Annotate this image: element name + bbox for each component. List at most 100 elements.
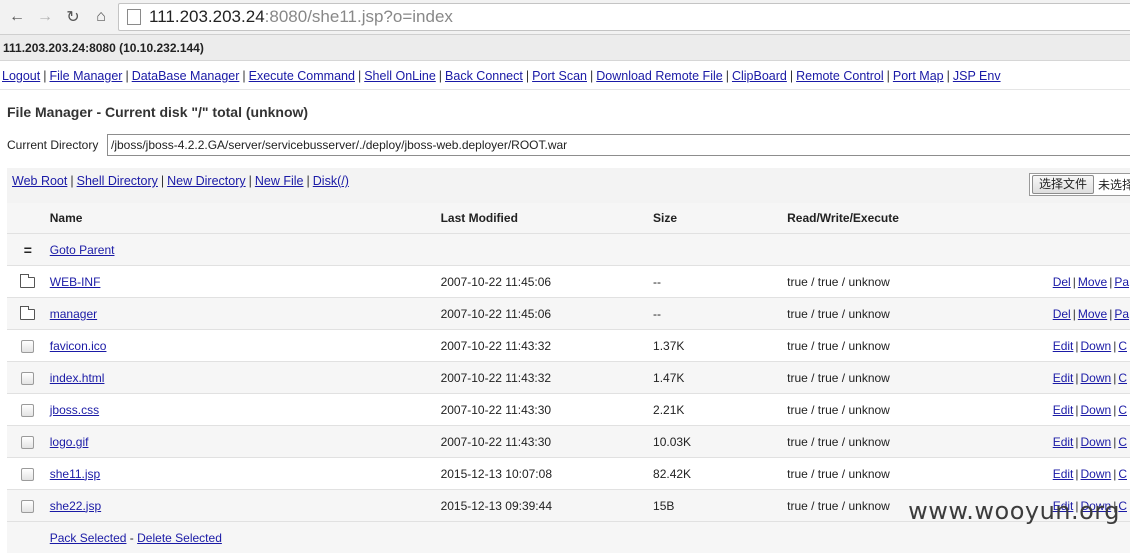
action-c[interactable]: C — [1118, 339, 1127, 353]
table-row: WEB-INF2007-10-22 11:45:06--true / true … — [7, 266, 1130, 298]
folder-icon — [20, 309, 35, 320]
table-row: index.html2007-10-22 11:43:321.47Ktrue /… — [7, 362, 1130, 394]
action-move[interactable]: Move — [1078, 275, 1107, 289]
action-separator: | — [1073, 307, 1076, 321]
pack-selected-link[interactable]: Pack Selected — [50, 531, 127, 545]
forward-arrow-icon[interactable]: → — [34, 6, 56, 28]
quick-link-web-root[interactable]: Web Root — [12, 174, 67, 188]
table-row: logo.gif2007-10-22 11:43:3010.03Ktrue / … — [7, 426, 1130, 458]
action-del[interactable]: Del — [1053, 307, 1071, 321]
quick-link-shell-directory[interactable]: Shell Directory — [77, 174, 158, 188]
file-size: 1.37K — [652, 330, 786, 362]
file-size: 1.47K — [652, 362, 786, 394]
permissions: true / true / unknow — [786, 298, 1052, 330]
file-select-checkbox[interactable] — [21, 436, 34, 449]
file-size: -- — [652, 266, 786, 298]
file-select-checkbox[interactable] — [21, 468, 34, 481]
file-select-checkbox[interactable] — [21, 372, 34, 385]
permissions: true / true / unknow — [786, 362, 1052, 394]
action-c[interactable]: C — [1118, 403, 1127, 417]
goto-parent-link[interactable]: Goto Parent — [50, 243, 115, 257]
action-separator: | — [1113, 371, 1116, 385]
action-separator: | — [1113, 467, 1116, 481]
menu-link-port-scan[interactable]: Port Scan — [532, 69, 587, 83]
quick-link-separator: | — [307, 174, 310, 188]
host-info: 111.203.203.24:8080 (10.10.232.144) — [0, 35, 1130, 61]
file-name-link[interactable]: jboss.css — [50, 403, 99, 417]
reload-icon[interactable]: ↻ — [62, 6, 84, 28]
delete-selected-link[interactable]: Delete Selected — [137, 531, 222, 545]
action-pa[interactable]: Pa — [1114, 307, 1129, 321]
menu-link-execute-command[interactable]: Execute Command — [249, 69, 355, 83]
file-size: 15B — [652, 490, 786, 522]
quick-link-new-directory[interactable]: New Directory — [167, 174, 246, 188]
menu-link-file-manager[interactable]: File Manager — [49, 69, 122, 83]
menu-link-jsp-env[interactable]: JSP Env — [953, 69, 1001, 83]
file-name-link[interactable]: she22.jsp — [50, 499, 101, 513]
action-del[interactable]: Del — [1053, 275, 1071, 289]
action-edit[interactable]: Edit — [1053, 371, 1074, 385]
action-separator: | — [1113, 339, 1116, 353]
back-arrow-icon[interactable]: ← — [6, 6, 28, 28]
folder-icon — [20, 277, 35, 288]
menu-link-shell-online[interactable]: Shell OnLine — [364, 69, 436, 83]
menu-link-logout[interactable]: Logout — [2, 69, 40, 83]
file-name-link[interactable]: WEB-INF — [50, 275, 101, 289]
action-edit[interactable]: Edit — [1053, 467, 1074, 481]
last-modified: 2015-12-13 10:07:08 — [440, 458, 652, 490]
current-directory-input[interactable]: /jboss/jboss-4.2.2.GA/server/servicebuss… — [107, 134, 1130, 156]
menu-link-back-connect[interactable]: Back Connect — [445, 69, 523, 83]
action-edit[interactable]: Edit — [1053, 403, 1074, 417]
file-select-checkbox[interactable] — [21, 500, 34, 513]
menu-separator: | — [526, 69, 529, 83]
action-down[interactable]: Down — [1081, 339, 1112, 353]
menu-separator: | — [726, 69, 729, 83]
table-header: Name Last Modified Size Read/Write/Execu… — [7, 203, 1130, 234]
header-rwx: Read/Write/Execute — [786, 203, 1052, 234]
menu-link-database-manager[interactable]: DataBase Manager — [132, 69, 240, 83]
last-modified: 2015-12-13 09:39:44 — [440, 490, 652, 522]
home-icon[interactable]: ⌂ — [90, 6, 112, 28]
file-name-link[interactable]: favicon.ico — [50, 339, 107, 353]
menu-link-remote-control[interactable]: Remote Control — [796, 69, 884, 83]
file-name-link[interactable]: logo.gif — [50, 435, 89, 449]
menu-separator: | — [790, 69, 793, 83]
action-down[interactable]: Down — [1081, 467, 1112, 481]
file-name-link[interactable]: she11.jsp — [50, 467, 100, 481]
permissions: true / true / unknow — [786, 458, 1052, 490]
file-select-checkbox[interactable] — [21, 340, 34, 353]
file-name-link[interactable]: index.html — [50, 371, 105, 385]
file-select-checkbox[interactable] — [21, 404, 34, 417]
action-separator: | — [1075, 339, 1078, 353]
action-down[interactable]: Down — [1081, 403, 1112, 417]
menu-link-port-map[interactable]: Port Map — [893, 69, 944, 83]
action-edit[interactable]: Edit — [1053, 435, 1074, 449]
action-c[interactable]: C — [1118, 435, 1127, 449]
menu-separator: | — [947, 69, 950, 83]
file-name-link[interactable]: manager — [50, 307, 97, 321]
upload-file-input[interactable]: 选择文件 未选择 — [1029, 173, 1130, 196]
table-row: she11.jsp 2015-12-13 10:07:0882.42Ktrue /… — [7, 458, 1130, 490]
action-down[interactable]: Down — [1081, 435, 1112, 449]
action-c[interactable]: C — [1118, 371, 1127, 385]
file-size: 82.42K — [652, 458, 786, 490]
quick-link-disk[interactable]: Disk(/) — [313, 174, 349, 188]
action-down[interactable]: Down — [1081, 371, 1112, 385]
action-edit[interactable]: Edit — [1053, 339, 1074, 353]
address-bar[interactable]: 111.203.203.24:8080/she11.jsp?o=index — [118, 3, 1130, 31]
action-separator: | — [1113, 403, 1116, 417]
quick-link-new-file[interactable]: New File — [255, 174, 304, 188]
menu-link-download-remote-file[interactable]: Download Remote File — [596, 69, 722, 83]
page-title: File Manager - Current disk "/" total (u… — [7, 104, 308, 120]
upload-status: 未选择 — [1098, 176, 1130, 193]
choose-file-button[interactable]: 选择文件 — [1032, 175, 1094, 194]
permissions: true / true / unknow — [786, 330, 1052, 362]
action-separator: | — [1075, 435, 1078, 449]
action-move[interactable]: Move — [1078, 307, 1107, 321]
header-actions — [1052, 203, 1130, 234]
action-pa[interactable]: Pa — [1114, 275, 1129, 289]
header-last-modified: Last Modified — [440, 203, 652, 234]
menu-link-clipboard[interactable]: ClipBoard — [732, 69, 787, 83]
menu-separator: | — [43, 69, 46, 83]
action-c[interactable]: C — [1118, 467, 1127, 481]
